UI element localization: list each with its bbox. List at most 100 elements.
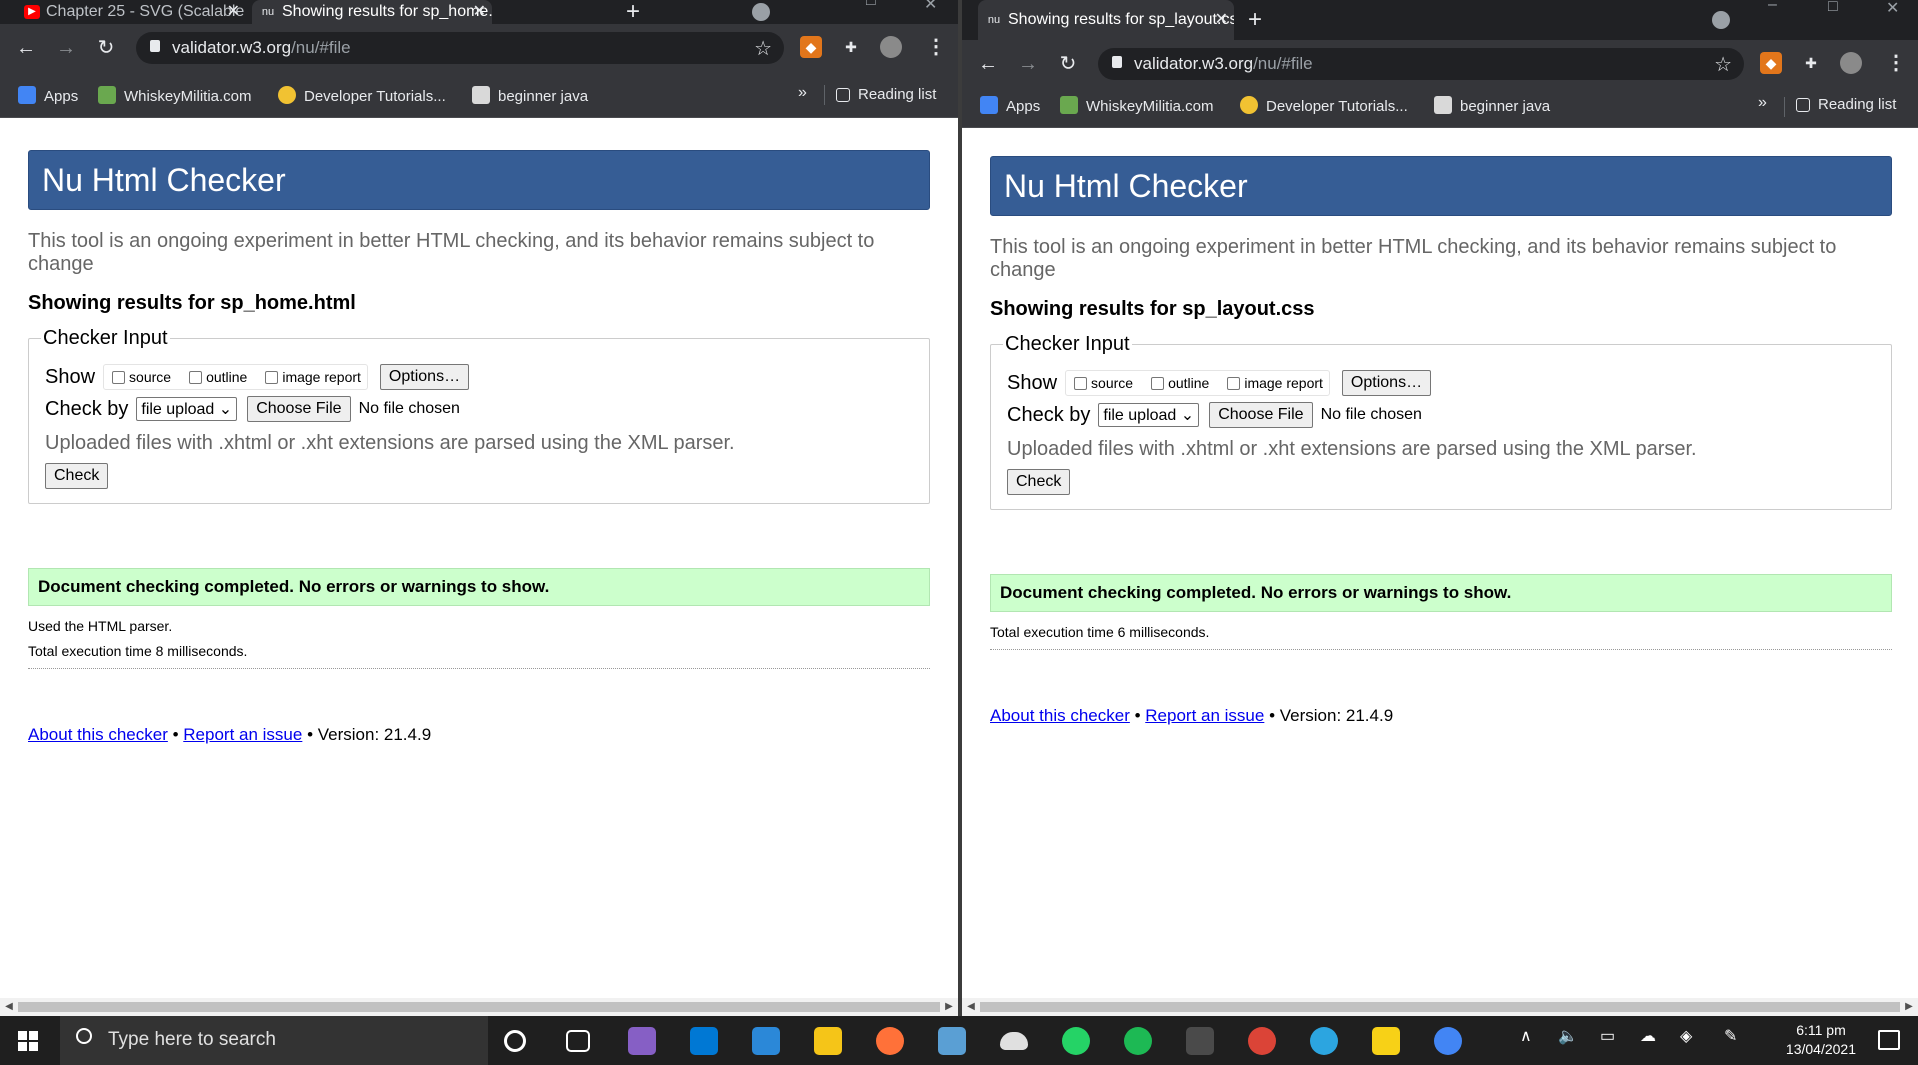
tab-search-icon[interactable]	[1712, 11, 1730, 29]
image-report-checkbox[interactable]	[265, 370, 279, 384]
horizontal-scrollbar[interactable]: ◀ ▶	[962, 998, 1918, 1016]
bookmark-whiskeymilitia[interactable]: WhiskeyMilitia.com	[98, 86, 252, 105]
address-bar[interactable]: validator.w3.org/nu/#file ☆	[1098, 48, 1744, 80]
close-window-icon[interactable]: ✕	[924, 0, 937, 14]
check-by-select[interactable]: file upload ⌄	[1098, 403, 1200, 427]
tab-chapter-25[interactable]: ▶ Chapter 25 - SVG (Scalable Vecto ✕	[16, 0, 246, 24]
options-button[interactable]: Options…	[1341, 370, 1432, 396]
reading-list-button[interactable]: Reading list	[1796, 96, 1896, 113]
maximize-icon[interactable]: □	[1828, 0, 1838, 16]
close-window-icon[interactable]: ✕	[1886, 0, 1899, 18]
metamask-icon[interactable]: ◆	[800, 36, 822, 58]
choose-file-button[interactable]: Choose File	[1209, 402, 1313, 428]
new-tab-button[interactable]: +	[1248, 8, 1262, 32]
spotify-icon[interactable]	[1124, 1027, 1152, 1055]
profile-avatar[interactable]	[880, 36, 902, 58]
close-icon[interactable]: ✕	[1215, 0, 1228, 40]
pen-icon[interactable]: ✎	[1724, 1026, 1737, 1046]
sticky-notes-icon[interactable]	[1372, 1027, 1400, 1055]
firefox-icon[interactable]	[876, 1027, 904, 1055]
cloud-icon[interactable]	[1000, 1032, 1028, 1050]
bookmarks-overflow-button[interactable]: »	[798, 84, 807, 102]
menu-icon[interactable]: ⋮	[926, 34, 946, 59]
beginner-java-icon	[472, 86, 490, 104]
outline-checkbox[interactable]	[1151, 376, 1165, 390]
close-icon[interactable]: ✕	[227, 0, 240, 24]
system-clock[interactable]: 6:11 pm 13/04/2021	[1786, 1021, 1856, 1059]
visual-studio-icon[interactable]	[628, 1027, 656, 1055]
reload-icon[interactable]: ↻	[1056, 52, 1080, 76]
back-icon[interactable]: ←	[14, 36, 38, 60]
bookmark-apps[interactable]: Apps	[18, 86, 78, 105]
tab-sp-home[interactable]: nu Showing results for sp_home.htm ✕	[252, 0, 492, 24]
reading-list-button[interactable]: Reading list	[836, 86, 936, 103]
battery-icon[interactable]: ▭	[1600, 1026, 1615, 1046]
vscode-icon[interactable]	[690, 1027, 718, 1055]
checker-input-fieldset: Checker Input Show source outline image …	[990, 333, 1892, 510]
report-issue-link[interactable]: Report an issue	[183, 725, 302, 744]
task-view-icon[interactable]	[566, 1030, 590, 1052]
metamask-icon[interactable]: ◆	[1760, 52, 1782, 74]
horizontal-scrollbar[interactable]: ◀ ▶	[0, 998, 958, 1016]
scroll-right-icon[interactable]: ▶	[1900, 998, 1918, 1016]
notifications-icon[interactable]	[1878, 1030, 1900, 1050]
scroll-left-icon[interactable]: ◀	[0, 998, 18, 1016]
image-report-checkbox[interactable]	[1227, 376, 1241, 390]
scroll-left-icon[interactable]: ◀	[962, 998, 980, 1016]
store-icon[interactable]	[752, 1027, 780, 1055]
report-issue-link[interactable]: Report an issue	[1145, 706, 1264, 725]
forward-icon[interactable]: →	[1016, 52, 1040, 76]
whatsapp-icon[interactable]	[1062, 1027, 1090, 1055]
tray-chevron-icon[interactable]: ∧	[1520, 1026, 1532, 1046]
bookmark-developer-tutorials[interactable]: Developer Tutorials...	[278, 86, 446, 105]
about-link[interactable]: About this checker	[990, 706, 1130, 725]
address-bar[interactable]: validator.w3.org/nu/#file ☆	[136, 32, 784, 64]
telegram-icon[interactable]	[1310, 1027, 1338, 1055]
profile-avatar[interactable]	[1840, 52, 1862, 74]
scroll-right-icon[interactable]: ▶	[940, 998, 958, 1016]
game-launcher-icon[interactable]	[1186, 1027, 1214, 1055]
bookmarks-overflow-button[interactable]: »	[1758, 94, 1767, 112]
outline-label: outline	[206, 369, 248, 385]
file-explorer-icon[interactable]	[814, 1027, 842, 1055]
new-tab-button[interactable]: +	[626, 0, 640, 24]
tab-search-icon[interactable]	[752, 3, 770, 21]
forward-icon[interactable]: →	[54, 36, 78, 60]
scrollbar-thumb[interactable]	[980, 1002, 1900, 1012]
bookmark-star-icon[interactable]: ☆	[754, 36, 772, 61]
reload-icon[interactable]: ↻	[94, 36, 118, 60]
back-icon[interactable]: ←	[976, 52, 1000, 76]
options-button[interactable]: Options…	[379, 364, 470, 390]
tab-sp-layout[interactable]: nu Showing results for sp_layout.css ✕	[978, 0, 1234, 40]
mail-icon[interactable]	[938, 1027, 966, 1055]
bookmark-apps[interactable]: Apps	[980, 96, 1040, 115]
cortana-icon[interactable]	[504, 1030, 526, 1052]
menu-icon[interactable]: ⋮	[1886, 50, 1906, 75]
windows-start-icon[interactable]	[18, 1031, 38, 1051]
extensions-icon[interactable]: ✚	[1800, 52, 1822, 74]
close-icon[interactable]: ✕	[473, 0, 486, 24]
bookmark-beginner-java[interactable]: beginner java	[1434, 96, 1550, 115]
extensions-icon[interactable]: ✚	[840, 36, 862, 58]
source-checkbox[interactable]	[112, 370, 126, 384]
taskbar-search-box[interactable]: Type here to search	[60, 1016, 488, 1065]
maximize-icon[interactable]: □	[866, 0, 876, 10]
bookmark-star-icon[interactable]: ☆	[1714, 52, 1732, 77]
source-checkbox[interactable]	[1074, 376, 1088, 390]
bookmark-beginner-java[interactable]: beginner java	[472, 86, 588, 105]
chrome-icon[interactable]	[1434, 1027, 1462, 1055]
check-button[interactable]: Check	[1007, 469, 1071, 495]
about-link[interactable]: About this checker	[28, 725, 168, 744]
onedrive-icon[interactable]: ☁	[1640, 1026, 1656, 1046]
check-button[interactable]: Check	[45, 463, 109, 489]
scrollbar-thumb[interactable]	[18, 1002, 940, 1012]
volume-icon[interactable]: 🔈	[1558, 1026, 1578, 1046]
outline-checkbox[interactable]	[189, 370, 203, 384]
check-by-select[interactable]: file upload ⌄	[136, 397, 238, 421]
choose-file-button[interactable]: Choose File	[247, 396, 351, 422]
dropbox-icon[interactable]: ◈	[1680, 1026, 1692, 1046]
minimize-icon[interactable]: –	[1768, 0, 1777, 14]
chrome-icon[interactable]	[1248, 1027, 1276, 1055]
bookmark-developer-tutorials[interactable]: Developer Tutorials...	[1240, 96, 1408, 115]
bookmark-whiskeymilitia[interactable]: WhiskeyMilitia.com	[1060, 96, 1214, 115]
